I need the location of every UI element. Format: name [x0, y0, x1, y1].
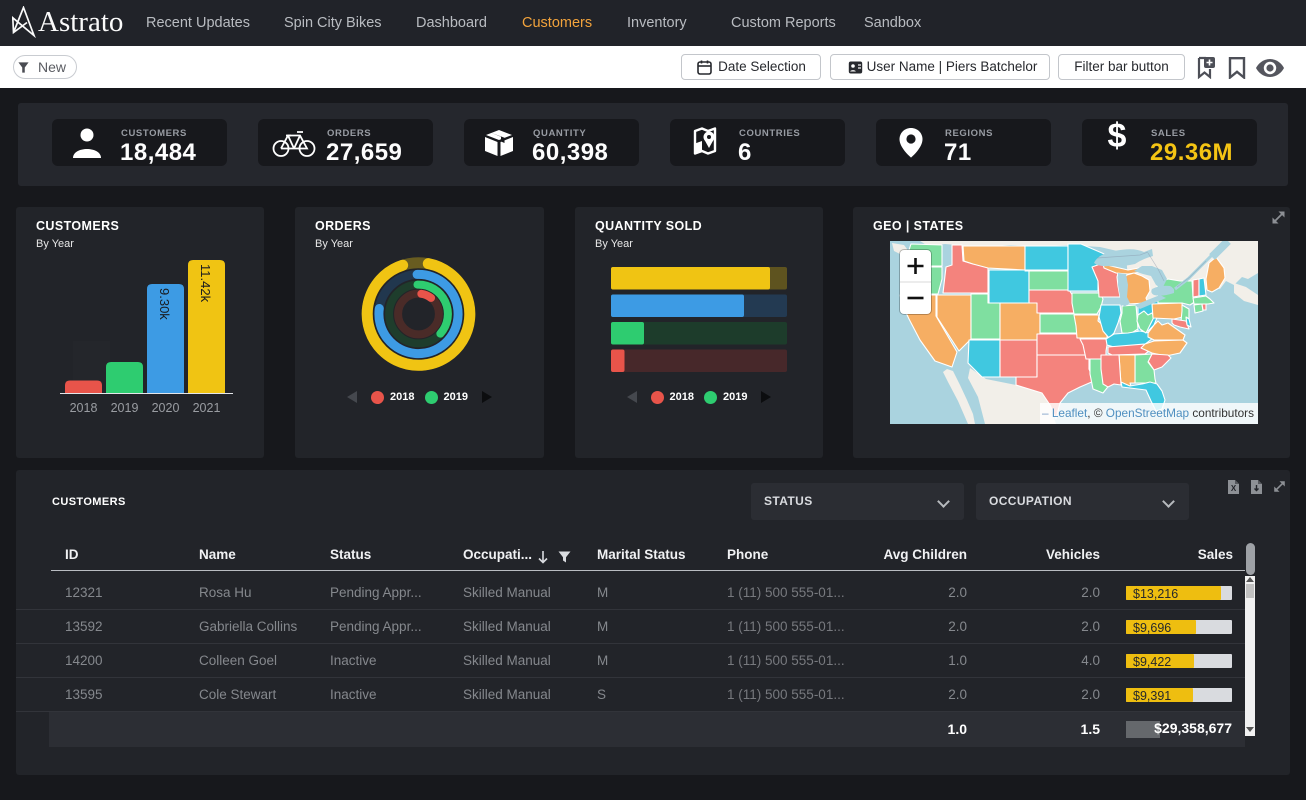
- svg-text:2019: 2019: [111, 401, 139, 415]
- svg-text:– Leaflet, © OpenStreetMap con: – Leaflet, © OpenStreetMap contributors: [1042, 406, 1254, 420]
- svg-text:11.42k: 11.42k: [198, 264, 213, 303]
- svg-text:9.30k: 9.30k: [157, 288, 172, 320]
- svg-text:2021: 2021: [193, 401, 221, 415]
- svg-text:X: X: [1231, 484, 1237, 493]
- svg-text:2018: 2018: [70, 401, 98, 415]
- svg-text:2020: 2020: [152, 401, 180, 415]
